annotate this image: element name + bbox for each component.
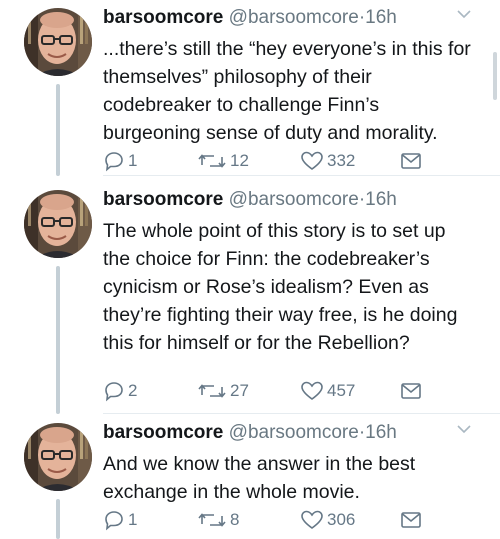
tweet-text: And we know the answer in the best excha… xyxy=(103,453,416,503)
heart-icon xyxy=(301,151,323,170)
heart-icon xyxy=(301,510,323,529)
envelope-icon xyxy=(401,383,421,399)
reply-icon xyxy=(105,511,123,531)
heart-icon xyxy=(301,381,323,400)
like-count: 306 xyxy=(327,510,356,529)
retweet-button[interactable]: 8 xyxy=(197,507,239,533)
tweet-text: ...there’s still the “hey everyone’s in … xyxy=(103,38,471,144)
tweet-3: barsoomcore @barsoomcore·16h And we know… xyxy=(0,415,500,539)
timestamp[interactable]: 16h xyxy=(365,7,397,28)
reply-button[interactable]: 1 xyxy=(103,507,137,533)
retweet-count: 12 xyxy=(230,151,249,170)
chevron-down-icon[interactable] xyxy=(456,421,472,437)
retweet-count: 8 xyxy=(230,510,240,529)
reply-count: 1 xyxy=(128,151,138,170)
reply-count: 1 xyxy=(128,510,138,529)
retweet-button[interactable]: 27 xyxy=(197,378,249,404)
avatar[interactable] xyxy=(24,8,92,76)
thread-line xyxy=(56,499,60,539)
message-button[interactable] xyxy=(400,148,422,174)
tweet-text: The whole point of this story is to set … xyxy=(103,220,458,354)
like-count: 457 xyxy=(327,381,356,400)
thread-line xyxy=(56,266,60,414)
like-button[interactable]: 306 xyxy=(300,507,355,533)
like-count: 332 xyxy=(327,151,356,170)
tweet-header: barsoomcore @barsoomcore·16h xyxy=(103,7,397,29)
like-button[interactable]: 457 xyxy=(300,378,355,404)
reply-button[interactable]: 1 xyxy=(103,148,137,174)
retweet-icon xyxy=(198,513,226,527)
chevron-down-icon[interactable] xyxy=(456,6,472,22)
tweet-header: barsoomcore @barsoomcore·16h xyxy=(103,189,397,211)
envelope-icon xyxy=(401,153,421,169)
reply-icon xyxy=(105,382,123,402)
like-button[interactable]: 332 xyxy=(300,148,355,174)
tweet-1: barsoomcore @barsoomcore·16h ...there’s … xyxy=(0,0,500,176)
author-handle[interactable]: @barsoomcore xyxy=(229,189,359,210)
tweet-actions: 2 27 457 xyxy=(103,378,433,404)
avatar[interactable] xyxy=(24,190,92,258)
avatar[interactable] xyxy=(24,423,92,491)
scrollbar[interactable] xyxy=(493,52,497,100)
message-button[interactable] xyxy=(400,378,422,404)
message-button[interactable] xyxy=(400,507,422,533)
timestamp[interactable]: 16h xyxy=(365,189,397,210)
divider xyxy=(103,413,500,414)
thread-line xyxy=(56,84,60,176)
reply-button[interactable]: 2 xyxy=(103,378,137,404)
timestamp[interactable]: 16h xyxy=(365,422,397,443)
reply-icon xyxy=(105,152,123,172)
author-handle[interactable]: @barsoomcore xyxy=(229,422,359,443)
envelope-icon xyxy=(401,512,421,528)
tweet-actions: 1 8 306 xyxy=(103,507,433,533)
retweet-count: 27 xyxy=(230,381,249,400)
author-name[interactable]: barsoomcore xyxy=(103,7,223,28)
author-name[interactable]: barsoomcore xyxy=(103,189,223,210)
tweet-2: barsoomcore @barsoomcore·16h The whole p… xyxy=(0,182,500,414)
retweet-button[interactable]: 12 xyxy=(197,148,249,174)
tweet-header: barsoomcore @barsoomcore·16h xyxy=(103,422,397,444)
divider xyxy=(103,175,500,176)
author-name[interactable]: barsoomcore xyxy=(103,422,223,443)
tweet-actions: 1 12 332 xyxy=(103,148,433,174)
author-handle[interactable]: @barsoomcore xyxy=(229,7,359,28)
retweet-icon xyxy=(198,384,226,398)
reply-count: 2 xyxy=(128,381,138,400)
retweet-icon xyxy=(198,154,226,168)
